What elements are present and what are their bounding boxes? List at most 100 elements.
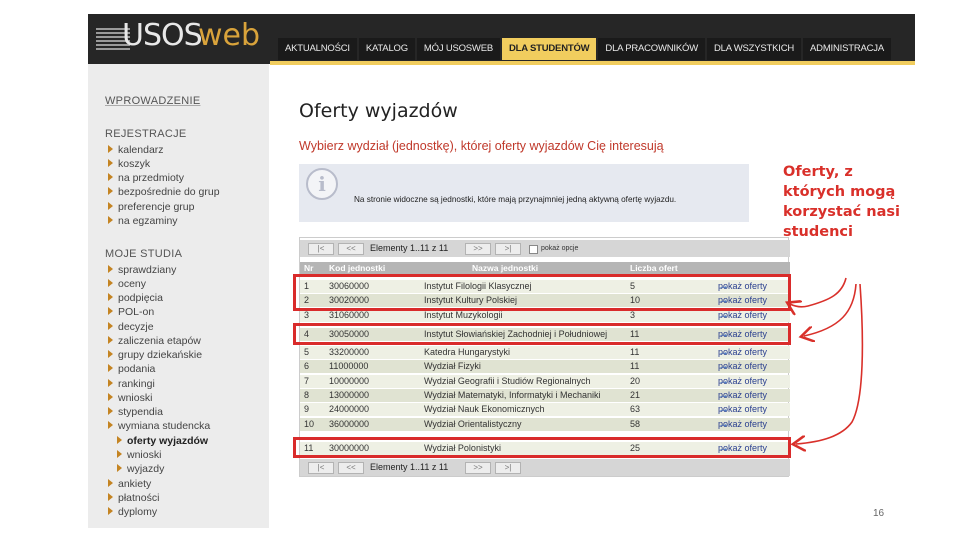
sidebar-section-registration: REJESTRACJE bbox=[105, 128, 187, 140]
sidebar-item-label: ankiety bbox=[118, 478, 152, 490]
cell-nr: 6 bbox=[304, 361, 310, 371]
sidebar-intro[interactable]: WPROWADZENIE bbox=[105, 95, 200, 107]
sidebar-item-label: decyzje bbox=[118, 321, 154, 333]
sidebar-item-label: sprawdziany bbox=[118, 264, 177, 276]
sidebar-item-label: rankingi bbox=[118, 378, 155, 390]
bullet-icon bbox=[108, 493, 113, 501]
highlight-box-row-4 bbox=[293, 323, 791, 345]
header-nr[interactable]: Nr bbox=[304, 263, 313, 273]
sidebar-item-na-przedmioty[interactable]: na przedmioty bbox=[108, 171, 184, 185]
pager-top: |< << Elementy 1..11 z 11 >> >| pokaż op… bbox=[300, 240, 790, 257]
sidebar-item-bezposrednie[interactable]: bezpośrednie do grup bbox=[108, 185, 220, 199]
sidebar-item-label: podania bbox=[118, 363, 156, 375]
bullet-icon bbox=[108, 393, 113, 401]
table-row: 5 33200000 Katedra Hungarystyki 11 → poka… bbox=[300, 346, 790, 359]
sidebar-item-dyplomy[interactable]: dyplomy bbox=[108, 505, 157, 519]
sidebar-item-oferty-wyjazdow[interactable]: oferty wyjazdów bbox=[117, 434, 208, 448]
cell-nr: 7 bbox=[304, 376, 310, 386]
sidebar-item-koszyk[interactable]: koszyk bbox=[108, 157, 150, 171]
sidebar-item-platnosci[interactable]: płatności bbox=[108, 491, 159, 505]
sidebar-item-wymiana-wnioski[interactable]: wnioski bbox=[117, 448, 161, 462]
tab-aktualnosci[interactable]: AKTUALNOŚCI bbox=[278, 38, 357, 60]
sidebar-item-kalendarz[interactable]: kalendarz bbox=[108, 143, 164, 157]
pager-first-button[interactable]: |< bbox=[308, 462, 334, 474]
bullet-icon bbox=[108, 379, 113, 387]
header-count[interactable]: Liczba ofert bbox=[630, 263, 678, 273]
annotation-text: Oferty, z których mogą korzystać nasi st… bbox=[783, 164, 900, 240]
sidebar-item-label: wymiana studencka bbox=[118, 420, 211, 432]
tab-dla-studentow[interactable]: DLA STUDENTÓW bbox=[501, 38, 597, 60]
cell-name: Katedra Hungarystyki bbox=[424, 347, 511, 357]
tab-dla-wszystkich[interactable]: DLA WSZYSTKICH bbox=[706, 38, 802, 60]
cell-count: 58 bbox=[630, 419, 641, 429]
header: USOS web AKTUALNOŚCI KATALOG MÓJ USOSWEB… bbox=[88, 14, 915, 64]
cell-code: 33200000 bbox=[329, 347, 370, 357]
sidebar-item-label: bezpośrednie do grup bbox=[118, 186, 220, 198]
sidebar-item-oceny[interactable]: oceny bbox=[108, 277, 146, 291]
bullet-icon bbox=[108, 293, 113, 301]
bullet-icon bbox=[108, 159, 113, 167]
bullet-icon bbox=[117, 436, 122, 444]
bullet-icon bbox=[108, 364, 113, 372]
sidebar-item-label: wnioski bbox=[127, 449, 162, 461]
show-options-checkbox[interactable] bbox=[529, 245, 538, 254]
usosweb-logo[interactable]: USOS web bbox=[96, 16, 272, 58]
sidebar-item-wnioski[interactable]: wnioski bbox=[108, 391, 152, 405]
sidebar-item-stypendia[interactable]: stypendia bbox=[108, 405, 163, 419]
cell-nr: 10 bbox=[304, 419, 315, 429]
sidebar-item-preferencje[interactable]: preferencje grup bbox=[108, 200, 194, 214]
sidebar-item-na-egzaminy[interactable]: na egzaminy bbox=[108, 214, 178, 228]
pager-next-button[interactable]: >> bbox=[465, 462, 491, 474]
annotation-arrows bbox=[760, 277, 864, 460]
sidebar-item-wymiana[interactable]: wymiana studencka bbox=[108, 419, 210, 433]
bullet-icon bbox=[108, 173, 113, 181]
sidebar-item-sprawdziany[interactable]: sprawdziany bbox=[108, 263, 176, 277]
sidebar-item-label: na egzaminy bbox=[118, 215, 178, 227]
sidebar-item-grupy[interactable]: grupy dziekańskie bbox=[108, 348, 202, 362]
header-name[interactable]: Nazwa jednostki bbox=[472, 263, 538, 273]
cell-nr: 9 bbox=[304, 404, 310, 414]
pager-first-button[interactable]: |< bbox=[308, 243, 334, 255]
arrow-to-row-4 bbox=[804, 283, 857, 336]
table-row: 9 24000000 Wydział Nauk Ekonomicznych 63… bbox=[300, 403, 790, 416]
pager-last-button[interactable]: >| bbox=[495, 243, 521, 255]
tab-dla-pracownikow[interactable]: DLA PRACOWNIKÓW bbox=[598, 38, 705, 60]
sidebar-item-rankingi[interactable]: rankingi bbox=[108, 377, 155, 391]
info-text: Na stronie widoczne są jednostki, które … bbox=[354, 195, 677, 204]
tab-katalog[interactable]: KATALOG bbox=[358, 38, 415, 60]
tab-moj-usosweb[interactable]: MÓJ USOSWEB bbox=[416, 38, 500, 60]
bullet-icon bbox=[117, 450, 122, 458]
cell-code: 24000000 bbox=[329, 404, 370, 414]
pager-text: Elementy 1..11 z 11 bbox=[370, 243, 449, 253]
sidebar-section-studies: MOJE STUDIA bbox=[105, 248, 183, 260]
sidebar-item-podpiecia[interactable]: podpięcia bbox=[108, 291, 163, 305]
sidebar-item-wyjazdy[interactable]: wyjazdy bbox=[117, 462, 164, 476]
info-box bbox=[299, 164, 749, 222]
sidebar-item-ankiety[interactable]: ankiety bbox=[108, 477, 151, 491]
sidebar-item-pol-on[interactable]: POL-on bbox=[108, 305, 154, 319]
sidebar: WPROWADZENIE REJESTRACJE kalendarz koszy… bbox=[88, 64, 269, 528]
sidebar-item-label: dyplomy bbox=[118, 506, 158, 518]
cell-count: 63 bbox=[630, 404, 641, 414]
bullet-icon bbox=[108, 307, 113, 315]
cell-code: 13000000 bbox=[329, 390, 370, 400]
pager-next-button[interactable]: >> bbox=[465, 243, 491, 255]
header-code[interactable]: Kod jednostki bbox=[329, 263, 385, 273]
cell-count: 21 bbox=[630, 390, 641, 400]
cell-name: Wydział Nauk Ekonomicznych bbox=[424, 404, 545, 414]
sidebar-item-decyzje[interactable]: decyzje bbox=[108, 320, 154, 334]
main-nav: AKTUALNOŚCI KATALOG MÓJ USOSWEB DLA STUD… bbox=[278, 38, 893, 60]
sidebar-item-podania[interactable]: podania bbox=[108, 362, 155, 376]
bullet-icon bbox=[108, 350, 113, 358]
cell-name: Wydział Geografii i Studiów Regionalnych bbox=[424, 376, 591, 386]
pager-last-button[interactable]: >| bbox=[495, 462, 521, 474]
cell-name: Wydział Orientalistyczny bbox=[424, 419, 522, 429]
table-row: 8 13000000 Wydział Matematyki, Informaty… bbox=[300, 389, 790, 402]
cell-name: Wydział Matematyki, Informatyki i Mechan… bbox=[424, 390, 601, 400]
tab-administracja[interactable]: ADMINISTRACJA bbox=[803, 38, 891, 60]
sidebar-item-label: zaliczenia etapów bbox=[118, 335, 201, 347]
pager-prev-button[interactable]: << bbox=[338, 462, 364, 474]
pager-prev-button[interactable]: << bbox=[338, 243, 364, 255]
sidebar-item-zaliczenia[interactable]: zaliczenia etapów bbox=[108, 334, 201, 348]
show-options-label: pokaż opcje bbox=[541, 245, 579, 252]
